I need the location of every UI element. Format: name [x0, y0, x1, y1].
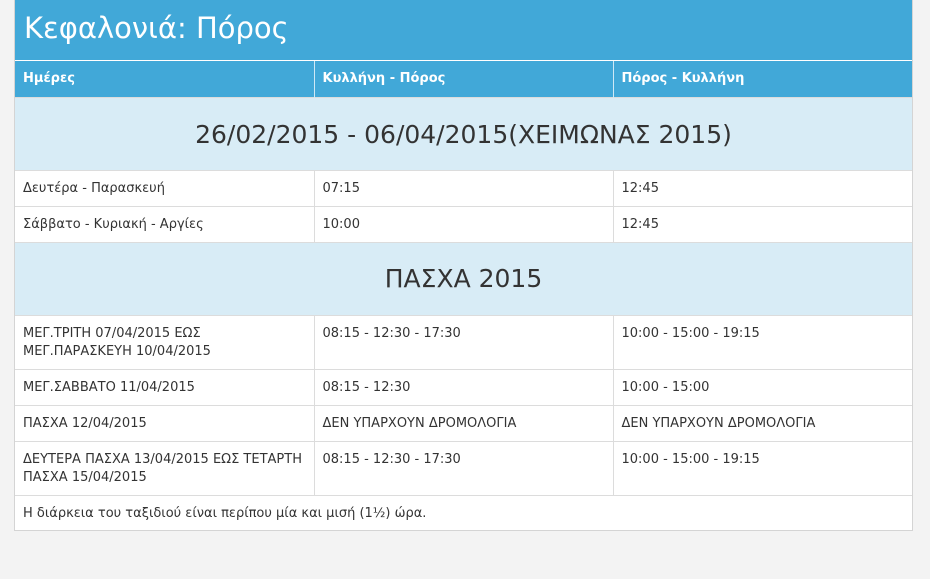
- table-row: ΜΕΓ.ΤΡΙΤΗ 07/04/2015 ΕΩΣ ΜΕΓ.ΠΑΡΑΣΚΕΥΗ 1…: [15, 314, 912, 369]
- schedule-table: Ημέρες Κυλλήνη - Πόρος Πόρος - Κυλλήνη 2…: [15, 61, 912, 530]
- cell-days: ΜΕΓ.ΣΑΒΒΑΤΟ 11/04/2015: [15, 368, 315, 405]
- page-title: Κεφαλονιά: Πόρος: [24, 11, 289, 45]
- cell-poros-kyllini: 12:45: [613, 169, 912, 206]
- table-row: ΜΕΓ.ΣΑΒΒΑΤΟ 11/04/2015 08:15 - 12:30 10:…: [15, 368, 912, 405]
- cell-kyllini-poros: ΔΕΝ ΥΠΑΡΧΟΥΝ ΔΡΟΜΟΛΟΓΙΑ: [314, 404, 614, 441]
- section-heading-row: 26/02/2015 - 06/04/2015(ΧΕΙΜΩΝΑΣ 2015): [15, 96, 912, 170]
- table-row: Δευτέρα - Παρασκευή 07:15 12:45: [15, 169, 912, 206]
- cell-kyllini-poros: 08:15 - 12:30 - 17:30: [314, 314, 614, 369]
- cell-days: ΜΕΓ.ΤΡΙΤΗ 07/04/2015 ΕΩΣ ΜΕΓ.ΠΑΡΑΣΚΕΥΗ 1…: [15, 314, 315, 369]
- cell-kyllini-poros: 08:15 - 12:30: [314, 368, 614, 405]
- column-header-poros-kyllini: Πόρος - Κυλλήνη: [613, 61, 912, 97]
- table-row: ΔΕΥΤΕΡΑ ΠΑΣΧΑ 13/04/2015 ΕΩΣ ΤΕΤΑΡΤΗ ΠΑΣ…: [15, 440, 912, 495]
- cell-poros-kyllini: 10:00 - 15:00 - 19:15: [613, 440, 912, 495]
- table-row: Σάββατο - Κυριακή - Αργίες 10:00 12:45: [15, 205, 912, 242]
- cell-poros-kyllini: ΔΕΝ ΥΠΑΡΧΟΥΝ ΔΡΟΜΟΛΟΓΙΑ: [613, 404, 912, 441]
- cell-kyllini-poros: 10:00: [314, 205, 614, 242]
- duration-note-row: Η διάρκεια του ταξιδιού είναι περίπου μί…: [15, 494, 912, 530]
- column-header-days: Ημέρες: [15, 61, 315, 97]
- section-heading-row: ΠΑΣΧΑ 2015: [15, 241, 912, 315]
- section-heading: 26/02/2015 - 06/04/2015(ΧΕΙΜΩΝΑΣ 2015): [15, 96, 912, 170]
- cell-days: Σάββατο - Κυριακή - Αργίες: [15, 205, 315, 242]
- cell-kyllini-poros: 08:15 - 12:30 - 17:30: [314, 440, 614, 495]
- cell-poros-kyllini: 12:45: [613, 205, 912, 242]
- cell-days: Δευτέρα - Παρασκευή: [15, 169, 315, 206]
- table-header-row: Ημέρες Κυλλήνη - Πόρος Πόρος - Κυλλήνη: [15, 61, 912, 97]
- cell-days: ΔΕΥΤΕΡΑ ΠΑΣΧΑ 13/04/2015 ΕΩΣ ΤΕΤΑΡΤΗ ΠΑΣ…: [15, 440, 315, 495]
- table-row: ΠΑΣΧΑ 12/04/2015 ΔΕΝ ΥΠΑΡΧΟΥΝ ΔΡΟΜΟΛΟΓΙΑ…: [15, 404, 912, 441]
- cell-poros-kyllini: 10:00 - 15:00: [613, 368, 912, 405]
- schedule-panel: Κεφαλονιά: Πόρος Ημέρες Κυλλήνη - Πόρος …: [14, 0, 913, 531]
- column-header-kyllini-poros: Κυλλήνη - Πόρος: [314, 61, 614, 97]
- cell-kyllini-poros: 07:15: [314, 169, 614, 206]
- cell-poros-kyllini: 10:00 - 15:00 - 19:15: [613, 314, 912, 369]
- cell-days: ΠΑΣΧΑ 12/04/2015: [15, 404, 315, 441]
- section-heading: ΠΑΣΧΑ 2015: [15, 241, 912, 315]
- duration-note: Η διάρκεια του ταξιδιού είναι περίπου μί…: [15, 494, 912, 530]
- title-bar: Κεφαλονιά: Πόρος: [15, 0, 912, 61]
